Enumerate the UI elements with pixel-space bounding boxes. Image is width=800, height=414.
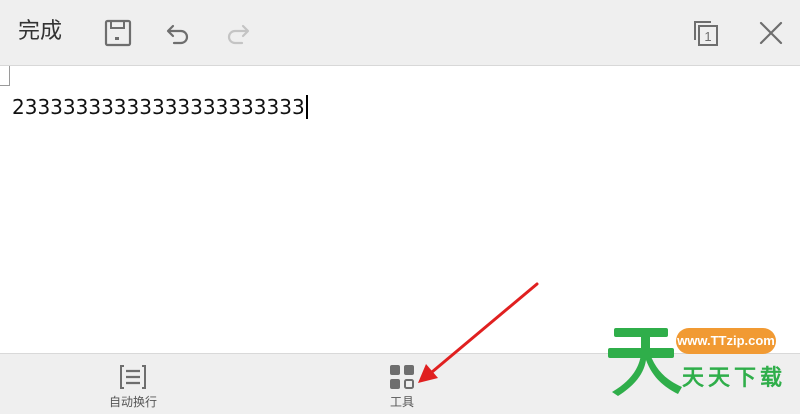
editor-text: 23333333333333333333333	[12, 95, 305, 119]
page-count-icon[interactable]: 1	[686, 13, 726, 53]
tools-label: 工具	[389, 395, 414, 409]
page-count-text: 1	[704, 29, 711, 44]
redo-icon[interactable]	[218, 13, 258, 53]
undo-icon[interactable]	[158, 13, 198, 53]
tools-grid-icon	[352, 362, 452, 392]
save-icon[interactable]	[98, 13, 138, 53]
word-wrap-label: 自动换行	[108, 395, 157, 409]
watermark-tian-logo-icon	[608, 328, 682, 396]
top-toolbar: 完成 1	[0, 0, 800, 66]
page-corner-mark	[0, 66, 10, 86]
watermark-name: 天天下载	[682, 366, 787, 391]
word-wrap-button[interactable]: 自动换行	[83, 362, 183, 410]
tools-button[interactable]: 工具	[352, 362, 452, 410]
watermark-logo: www.TTzip.com 天天下载	[600, 316, 800, 414]
watermark-url: www.TTzip.com	[676, 328, 776, 354]
word-wrap-icon	[83, 362, 183, 392]
close-icon[interactable]	[751, 13, 791, 53]
text-cursor	[305, 95, 308, 119]
editor-area[interactable]: 23333333333333333333333	[0, 66, 800, 353]
editor-text-line[interactable]: 23333333333333333333333	[12, 94, 308, 120]
done-button[interactable]: 完成	[18, 16, 62, 48]
text-editor-app: 完成 1 23333333333333333333333 自动换行 工具 www…	[0, 0, 800, 414]
